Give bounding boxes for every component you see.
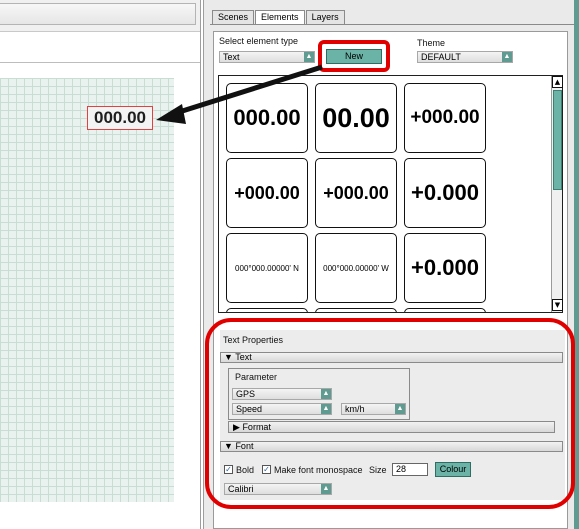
arrow-shaft [175, 64, 323, 116]
annotation-arrow [156, 64, 323, 124]
arrow-head-icon [156, 104, 186, 124]
